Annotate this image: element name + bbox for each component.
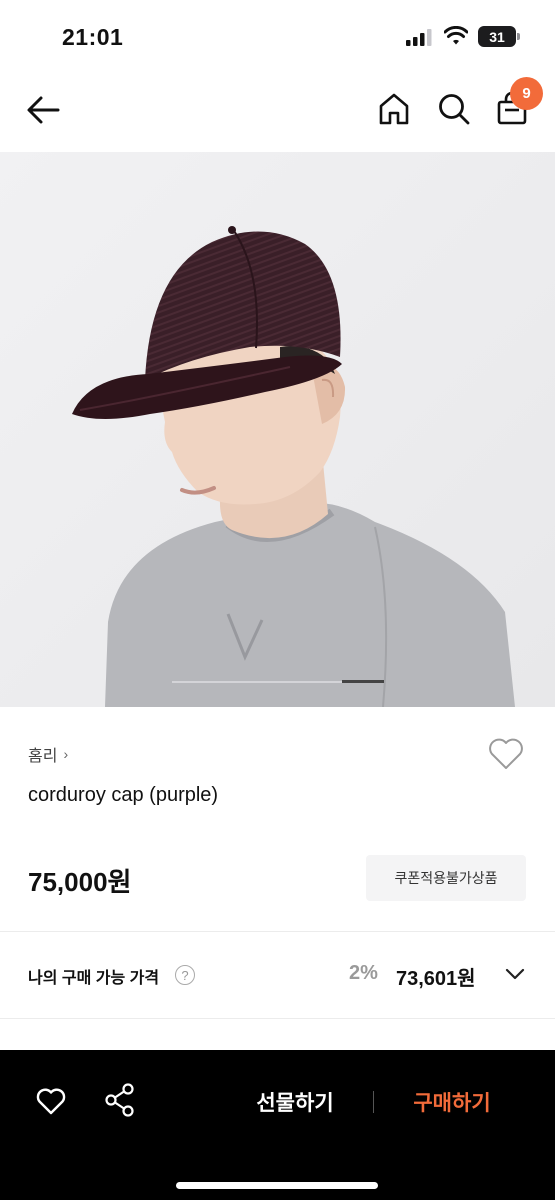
search-icon[interactable] bbox=[436, 91, 472, 127]
bottom-action-bar: 선물하기 구매하기 bbox=[0, 1050, 555, 1200]
share-icon[interactable] bbox=[104, 1083, 136, 1117]
product-image[interactable] bbox=[0, 152, 555, 707]
heart-icon[interactable] bbox=[486, 735, 526, 771]
my-price-value: 73,601원 bbox=[396, 968, 476, 990]
product-title: corduroy cap (purple) bbox=[28, 784, 219, 806]
my-price-label: 나의 구매 가능 가격 bbox=[28, 970, 160, 987]
my-price-row[interactable]: 나의 구매 가능 가격 ? 2% 73,601원 bbox=[0, 932, 555, 1018]
carousel-progress-indicator bbox=[342, 680, 384, 683]
gift-button[interactable]: 선물하기 bbox=[230, 1080, 360, 1124]
top-nav-bar bbox=[0, 72, 555, 152]
status-bar: 21:01 31 bbox=[0, 0, 555, 72]
buy-button[interactable]: 구매하기 bbox=[392, 1080, 512, 1124]
heart-icon[interactable] bbox=[35, 1086, 67, 1116]
button-separator bbox=[373, 1091, 374, 1113]
wifi-icon bbox=[444, 26, 468, 45]
discount-rate: 2% bbox=[349, 962, 378, 984]
signal-icon bbox=[406, 29, 432, 46]
model-wearing-cap-illustration bbox=[0, 152, 555, 707]
chevron-right-icon: › bbox=[63, 746, 69, 762]
coupon-unavailable-badge: 쿠폰적용불가상품 bbox=[366, 855, 526, 901]
divider bbox=[0, 1018, 555, 1019]
status-time: 21:01 bbox=[62, 24, 124, 50]
shop-link[interactable]: 홈리 › bbox=[28, 742, 68, 766]
back-arrow-icon[interactable] bbox=[24, 92, 64, 128]
home-indicator bbox=[176, 1182, 378, 1189]
chevron-down-icon[interactable] bbox=[504, 966, 526, 982]
help-icon[interactable]: ? bbox=[175, 965, 195, 985]
battery-icon: 31 bbox=[478, 26, 520, 47]
home-icon[interactable] bbox=[376, 91, 412, 127]
product-price: 75,000원 bbox=[28, 867, 132, 897]
shop-name: 홈리 bbox=[28, 748, 58, 765]
cart-count-badge: 9 bbox=[510, 77, 543, 110]
